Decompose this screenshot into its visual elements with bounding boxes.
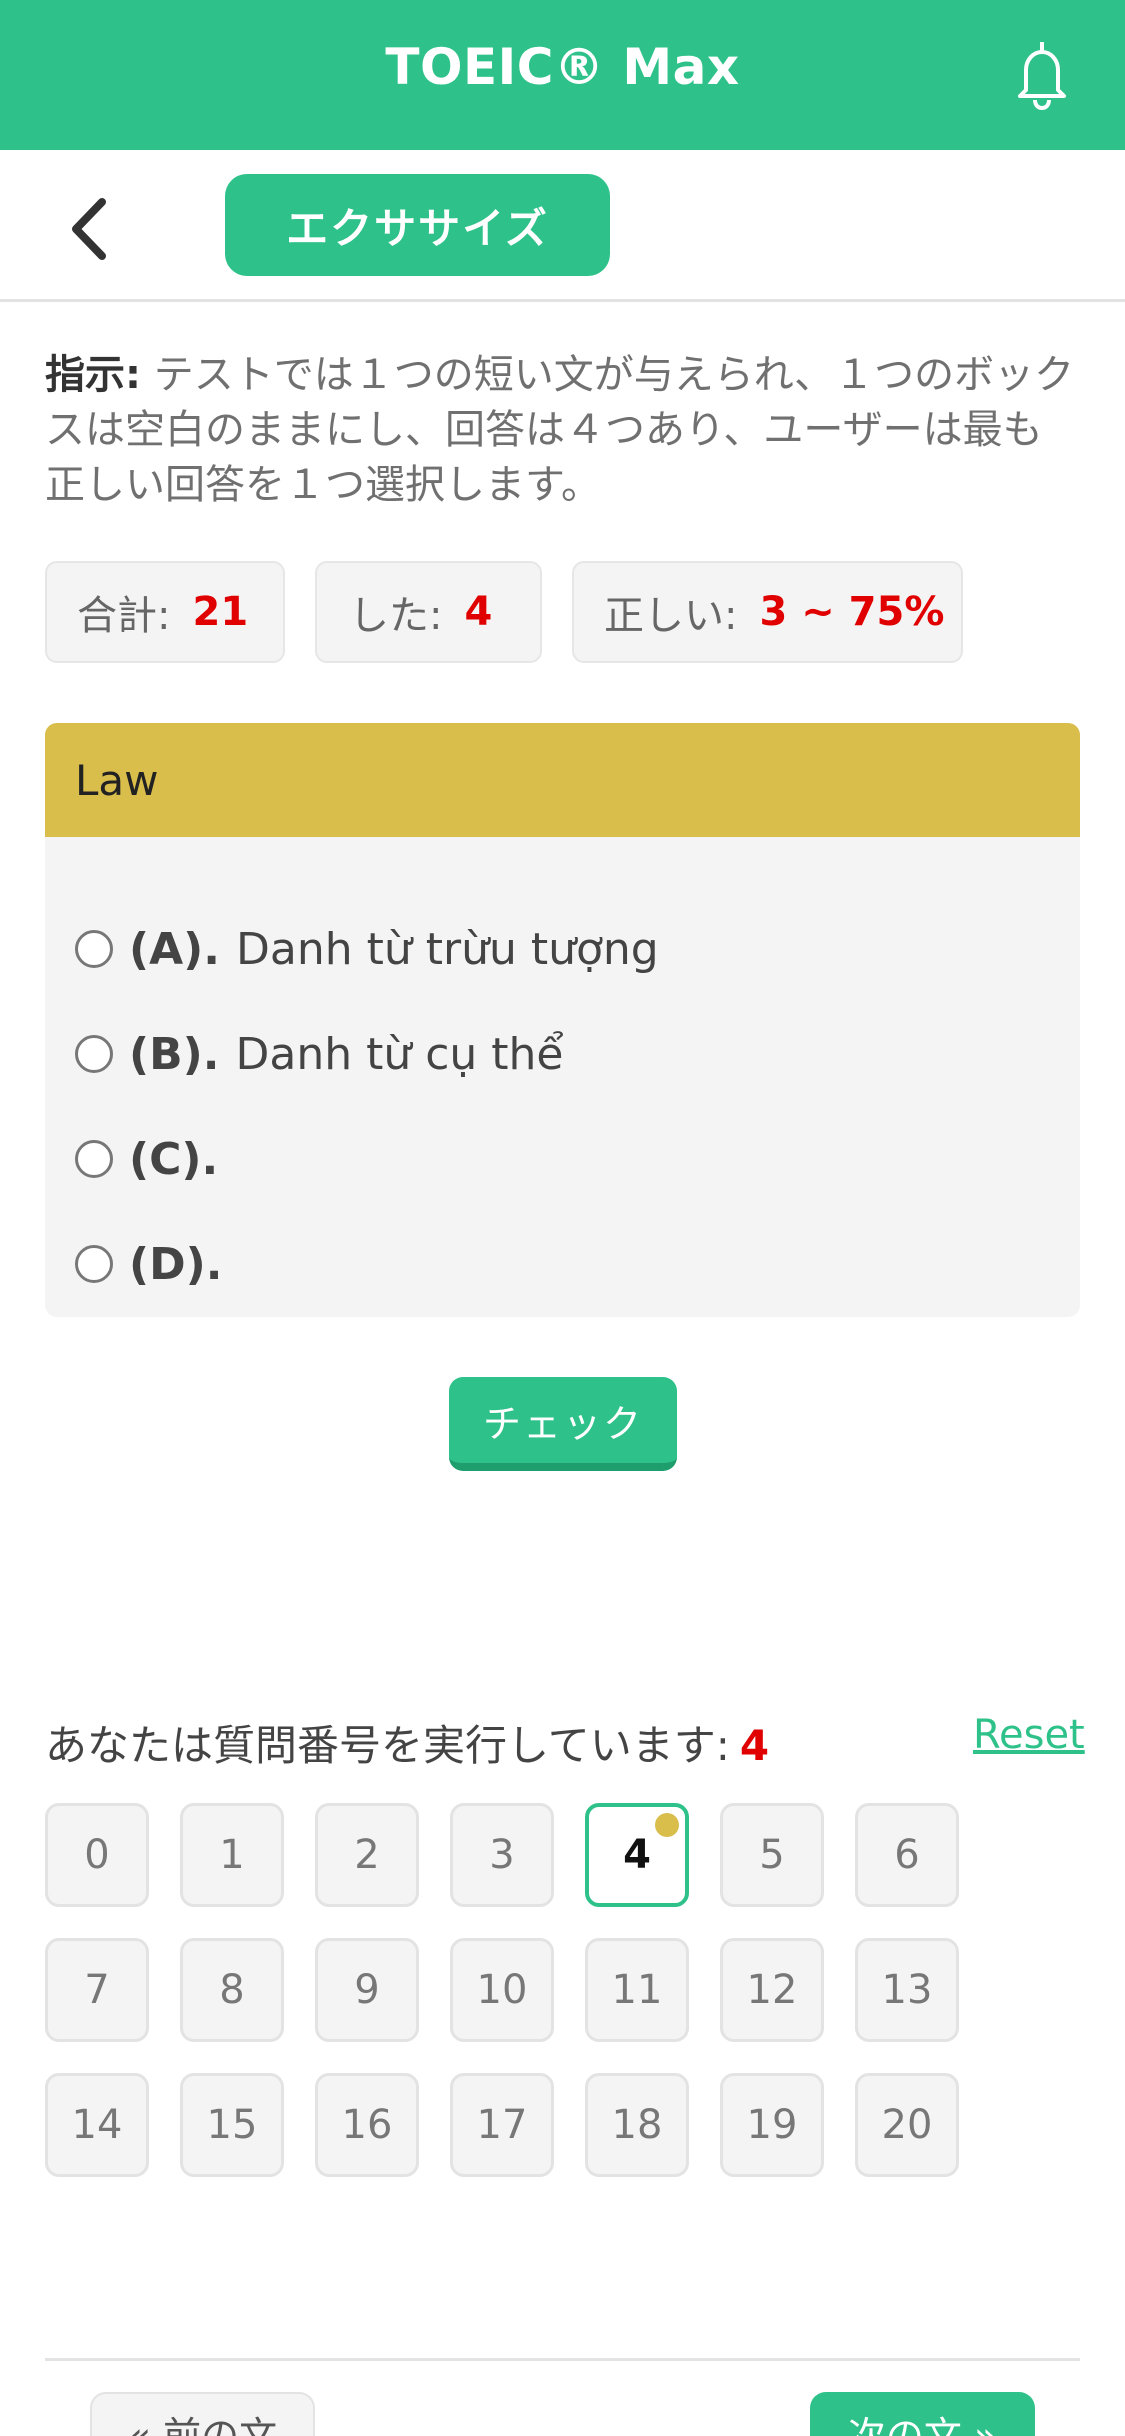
instruction-label: 指示: — [45, 352, 141, 398]
stat-total: 合計: 21 — [45, 561, 285, 663]
question-number-button[interactable]: 7 — [45, 1938, 149, 2042]
question-number-button[interactable]: 19 — [720, 2073, 824, 2177]
option-d[interactable]: (D). — [75, 1234, 238, 1294]
option-letter: (B). — [129, 1028, 220, 1080]
option-letter: (C). — [129, 1133, 219, 1185]
progress-label: あなたは質問番号を実行しています: — [45, 1721, 730, 1770]
reset-link[interactable]: Reset — [973, 1712, 1085, 1758]
question-number-button[interactable]: 9 — [315, 1938, 419, 2042]
question-card: Law (A). Danh từ trừu tượng (B). Danh từ… — [45, 723, 1080, 1317]
question-number-button[interactable]: 15 — [180, 2073, 284, 2177]
question-number-button[interactable]: 5 — [720, 1803, 824, 1907]
check-button[interactable]: チェック — [449, 1377, 677, 1471]
current-question-number: 4 — [739, 1721, 770, 1770]
app-header: TOEIC® Max — [0, 0, 1125, 150]
divider — [45, 2358, 1080, 2361]
stat-total-label: 合計: — [77, 593, 171, 639]
question-number-button[interactable]: 1 — [180, 1803, 284, 1907]
app-title: TOEIC® Max — [385, 38, 740, 96]
question-number-button[interactable]: 17 — [450, 2073, 554, 2177]
radio-button[interactable] — [75, 1035, 113, 1073]
question-number-button[interactable]: 13 — [855, 1938, 959, 2042]
radio-button[interactable] — [75, 930, 113, 968]
question-title: Law — [45, 723, 1080, 837]
next-sentence-button[interactable]: 次の文 » — [810, 2392, 1035, 2436]
instruction-text: 指示: テストでは１つの短い文が与えられ、１つのボックスは空白のままにし、回答は… — [45, 348, 1080, 513]
stat-correct-label: 正しい: — [604, 593, 738, 639]
instruction-body: テストでは１つの短い文が与えられ、１つのボックスは空白のままにし、回答は４つあり… — [45, 352, 1075, 508]
chevron-left-icon[interactable] — [62, 194, 118, 264]
stat-total-value: 21 — [192, 589, 249, 635]
question-number-button[interactable]: 16 — [315, 2073, 419, 2177]
question-number-button[interactable]: 3 — [450, 1803, 554, 1907]
option-letter: (A). — [129, 923, 220, 975]
option-b[interactable]: (B). Danh từ cụ thể — [75, 1024, 564, 1084]
question-number-button[interactable]: 10 — [450, 1938, 554, 2042]
radio-button[interactable] — [75, 1245, 113, 1283]
prev-sentence-button[interactable]: « 前の文 — [90, 2392, 315, 2436]
option-a[interactable]: (A). Danh từ trừu tượng — [75, 919, 659, 979]
option-letter: (D). — [129, 1238, 223, 1290]
progress-text: あなたは質問番号を実行しています: 4 — [45, 1712, 769, 1773]
stat-correct: 正しい: 3 ~ 75% — [572, 561, 963, 663]
question-number-button[interactable]: 6 — [855, 1803, 959, 1907]
question-number-button[interactable]: 20 — [855, 2073, 959, 2177]
stat-done-label: した: — [349, 593, 443, 639]
option-text: Danh từ trừu tượng — [236, 923, 659, 975]
question-number-button[interactable]: 14 — [45, 2073, 149, 2177]
stat-done: した: 4 — [315, 561, 542, 663]
question-number-label: 4 — [623, 1832, 651, 1878]
current-indicator-dot — [655, 1813, 679, 1837]
sub-header: エクササイズ — [0, 150, 1125, 302]
stat-correct-value: 3 ~ 75% — [759, 589, 945, 635]
radio-button[interactable] — [75, 1140, 113, 1178]
question-number-button[interactable]: 0 — [45, 1803, 149, 1907]
question-number-button[interactable]: 18 — [585, 2073, 689, 2177]
option-c[interactable]: (C). — [75, 1129, 234, 1189]
question-number-button[interactable]: 11 — [585, 1938, 689, 2042]
question-number-button[interactable]: 12 — [720, 1938, 824, 2042]
tab-exercise[interactable]: エクササイズ — [225, 174, 610, 276]
question-number-button[interactable]: 4 — [585, 1803, 689, 1907]
stat-done-value: 4 — [464, 589, 493, 635]
bell-icon[interactable] — [1010, 38, 1074, 112]
question-number-button[interactable]: 2 — [315, 1803, 419, 1907]
question-number-button[interactable]: 8 — [180, 1938, 284, 2042]
option-text: Danh từ cụ thể — [235, 1028, 564, 1080]
